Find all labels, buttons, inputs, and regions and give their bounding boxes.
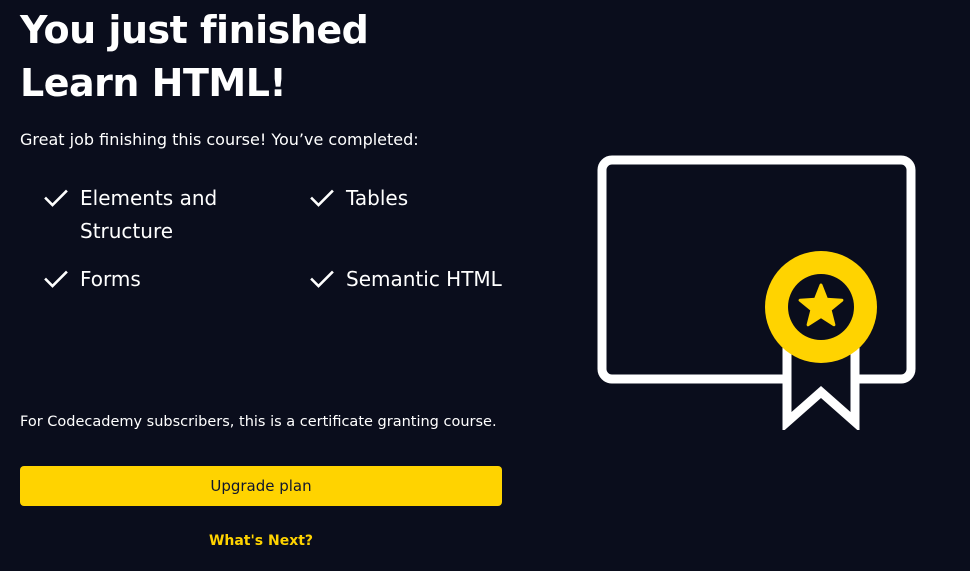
- course-complete-page: You just finished Learn HTML! Great job …: [0, 0, 970, 571]
- subscriber-note: For Codecademy subscribers, this is a ce…: [20, 414, 497, 430]
- completed-module-elements-structure: Elements and Structure: [44, 182, 244, 248]
- module-label-line-1: Elements and: [80, 186, 218, 210]
- certificate-frame: [597, 155, 916, 384]
- completed-module-semantic-html: Semantic HTML: [310, 263, 530, 296]
- completed-module-forms: Forms: [44, 263, 264, 296]
- check-icon: [310, 189, 334, 207]
- whats-next-link[interactable]: What's Next?: [20, 531, 502, 551]
- upgrade-plan-button[interactable]: Upgrade plan: [20, 466, 502, 506]
- module-label-line-2: Structure: [80, 219, 174, 243]
- completed-module-tables: Tables: [310, 182, 510, 215]
- module-label: Elements and Structure: [80, 182, 217, 248]
- module-label: Tables: [346, 186, 409, 210]
- certificate-icon: [597, 155, 916, 430]
- check-icon: [310, 270, 334, 288]
- module-label: Forms: [80, 267, 141, 291]
- page-title: You just finished Learn HTML!: [20, 4, 369, 110]
- title-line-2: Learn HTML!: [20, 61, 287, 105]
- title-line-1: You just finished: [20, 8, 369, 52]
- intro-text: Great job finishing this course! You’ve …: [20, 130, 419, 149]
- completion-content: You just finished Learn HTML! Great job …: [20, 0, 502, 571]
- check-icon: [44, 270, 68, 288]
- module-label: Semantic HTML: [346, 267, 502, 291]
- check-icon: [44, 189, 68, 207]
